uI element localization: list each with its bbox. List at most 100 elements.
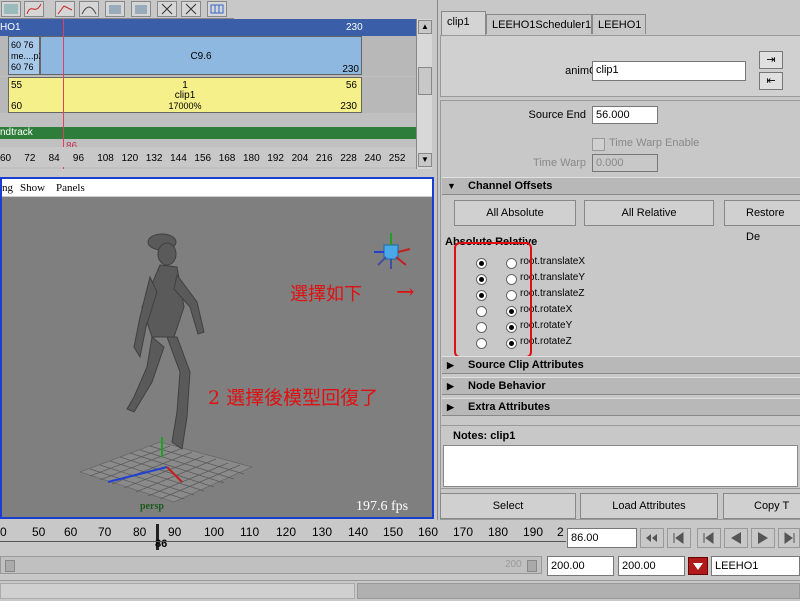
ruler-tick-label: 120 xyxy=(121,153,139,164)
range-slider[interactable]: 200 xyxy=(0,556,542,574)
source-end-field[interactable]: 56.000 xyxy=(592,106,658,124)
notes-textarea[interactable] xyxy=(443,445,798,487)
ruler-tick-label: 252 xyxy=(388,153,406,164)
split-icon[interactable] xyxy=(181,1,201,17)
tab-leeho1[interactable]: LEEHO1 xyxy=(592,14,646,34)
section-title: Source Clip Attributes xyxy=(468,359,584,371)
scroll-up-icon[interactable]: ▲ xyxy=(418,20,432,34)
current-character-field[interactable]: LEEHO1 xyxy=(711,556,800,576)
range-slider-bar: 200 200.00 200.00 LEEHO1 xyxy=(0,554,800,578)
section-title: Extra Attributes xyxy=(468,401,551,413)
scissors-icon[interactable] xyxy=(157,1,177,17)
menu-panels[interactable]: Panels xyxy=(56,182,85,194)
view-cube-icon xyxy=(374,233,411,269)
range-handle-left[interactable] xyxy=(5,560,15,572)
clip1-block[interactable]: 55 56 1 clip1 17000% 60 230 xyxy=(8,77,362,113)
ruler-tick-label: 108 xyxy=(97,153,114,164)
clip-end: 230 xyxy=(342,64,359,75)
all-absolute-button[interactable]: All Absolute xyxy=(454,200,576,226)
play-forward-icon[interactable] xyxy=(751,528,775,548)
ruler-tick-label: 216 xyxy=(315,153,333,164)
section-channel-offsets[interactable]: ▼ Channel Offsets xyxy=(442,177,800,195)
grid-icon[interactable] xyxy=(207,1,227,17)
ruler-tick-label: 60 xyxy=(0,153,12,164)
timeline-tick-label: 60 xyxy=(64,525,78,539)
step-back-key-icon[interactable] xyxy=(667,528,691,548)
expanded-triangle-icon: ▼ xyxy=(447,181,456,191)
timeline-tick-label: 50 xyxy=(32,525,46,539)
step-forward-icon[interactable] xyxy=(778,528,800,548)
timeline-tick-label: 0 xyxy=(0,525,7,539)
curve-icon[interactable] xyxy=(24,1,44,17)
arc-icon[interactable] xyxy=(79,1,99,17)
annotation-result: 2 選擇後模型回復了 xyxy=(208,387,379,409)
time-warp-field[interactable]: 0.000 xyxy=(592,154,658,172)
timeline-tick-label: 100 xyxy=(204,525,225,539)
go-to-start-icon[interactable] xyxy=(640,528,664,548)
attribute-editor: clip1 LEEHO1Scheduler1 LEEHO1 animClip: … xyxy=(437,0,800,520)
section-title: Channel Offsets xyxy=(468,180,553,192)
trax-ruler[interactable]: 60 72 84 96 108 120 132 144 156 168 180 192 204 216 22… xyxy=(0,147,416,167)
time-slider[interactable]: 0 50 60 70 80 90 100 110 120 130 140 150 160 170 180 19… xyxy=(0,521,566,553)
section-source-clip[interactable]: ▶ Source Clip Attributes xyxy=(442,356,800,374)
character-set-icon[interactable] xyxy=(688,557,708,575)
menu-lighting[interactable]: ng xyxy=(2,182,13,194)
notes-label: Notes: clip1 xyxy=(453,430,516,442)
graph-icon[interactable] xyxy=(1,1,21,17)
ruler-tick-label: 84 xyxy=(48,153,60,164)
all-relative-button[interactable]: All Relative xyxy=(584,200,714,226)
section-node-behavior[interactable]: ▶ Node Behavior xyxy=(442,377,800,395)
collapsed-triangle-icon: ▶ xyxy=(447,402,454,412)
play-back-icon[interactable] xyxy=(724,528,748,548)
key-icon[interactable] xyxy=(131,1,151,17)
scroll-down-icon[interactable]: ▼ xyxy=(418,153,432,167)
subclip-top: 60 76 xyxy=(11,40,34,50)
current-time-field[interactable]: 86.00 xyxy=(567,528,637,548)
persp-viewport[interactable]: ng Show Panels persp 197.6 fps 2 選擇後模型回復… xyxy=(0,177,434,519)
subclip-name: me....p2 xyxy=(11,51,44,61)
scroll-thumb[interactable] xyxy=(418,67,432,95)
input-connection-icon[interactable]: ⇥ xyxy=(759,51,783,69)
trax-vertical-scrollbar[interactable]: ▲ ▼ xyxy=(416,19,432,169)
load-attributes-button[interactable]: Load Attributes xyxy=(580,493,718,519)
anim-clip-field[interactable]: clip1 xyxy=(592,61,746,81)
current-time-label: 86 xyxy=(155,538,168,550)
ruler-tick-label: 132 xyxy=(145,153,163,164)
range-end-label: 200 xyxy=(505,559,522,570)
animation-end-field[interactable]: 200.00 xyxy=(618,556,685,576)
section-title: Node Behavior xyxy=(468,380,546,392)
menu-show[interactable]: Show xyxy=(20,182,45,194)
select-button[interactable]: Select xyxy=(440,493,576,519)
range-handle-right[interactable] xyxy=(527,560,537,572)
step-back-frame-icon[interactable] xyxy=(697,528,721,548)
command-feedback xyxy=(357,583,800,599)
time-warp-enable-checkbox[interactable] xyxy=(592,138,605,151)
restore-defaults-button[interactable]: Restore De xyxy=(724,200,800,243)
playback-end-field[interactable]: 200.00 xyxy=(547,556,614,576)
ruler-tick-label: 180 xyxy=(243,153,260,164)
timeline-tick-label: 130 xyxy=(312,525,333,539)
copy-tab-button[interactable]: Copy T xyxy=(723,493,800,519)
timeline-tick-label: 160 xyxy=(418,525,439,539)
timeline-tick-label: 150 xyxy=(383,525,404,539)
output-connection-icon[interactable]: ⇤ xyxy=(759,72,783,90)
clip-c96[interactable]: C9.6 230 xyxy=(40,36,362,75)
tab-scheduler[interactable]: LEEHO1Scheduler1 xyxy=(486,14,592,34)
clip1-end2: 230 xyxy=(340,101,357,112)
trax-toolbar xyxy=(0,0,234,19)
status-bar xyxy=(0,580,800,601)
camera-label: persp xyxy=(140,501,164,512)
subclip[interactable]: 60 76 me....p2 60 76 xyxy=(8,36,44,75)
ruler-tick-label: 204 xyxy=(291,153,309,164)
tab-clip1[interactable]: clip1 xyxy=(441,11,486,35)
time-warp-enable-label: Time Warp Enable xyxy=(609,137,700,149)
curve-break-icon[interactable] xyxy=(55,1,75,17)
subclip-bottom: 60 76 xyxy=(11,62,34,72)
ruler-tick-label: 168 xyxy=(218,153,236,164)
timeline-tick-label: 180 xyxy=(488,525,509,539)
command-line[interactable] xyxy=(0,583,355,599)
section-extra[interactable]: ▶ Extra Attributes xyxy=(442,398,800,416)
viewport-canvas[interactable]: persp 197.6 fps 2 選擇後模型回復了 xyxy=(2,197,432,517)
add-icon[interactable] xyxy=(105,1,125,17)
clip-header-panel: animClip: clip1 ⇥ ⇤ xyxy=(440,35,800,97)
